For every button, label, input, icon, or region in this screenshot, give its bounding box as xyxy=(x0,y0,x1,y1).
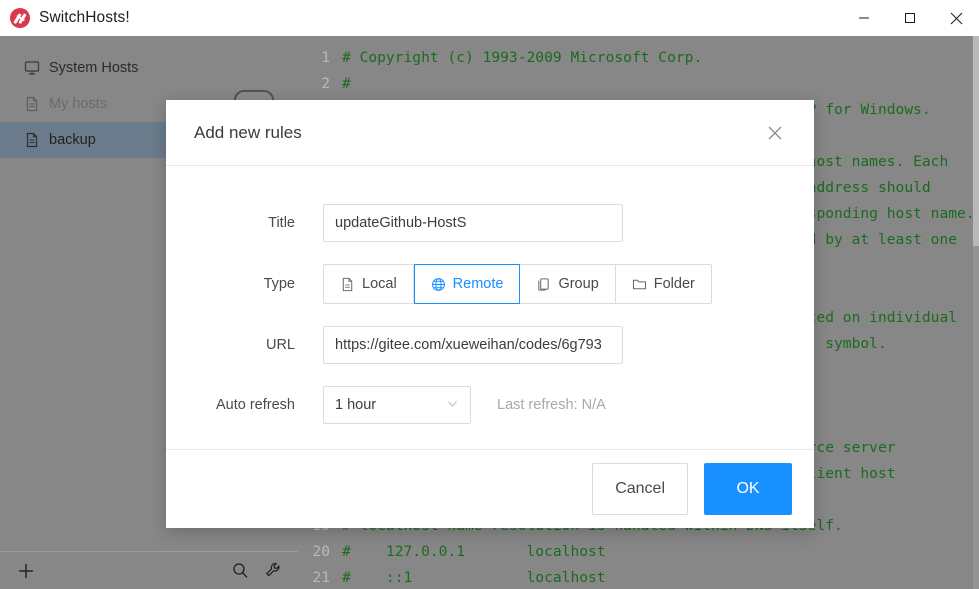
switchhosts-logo-icon xyxy=(10,8,30,28)
wrench-icon[interactable] xyxy=(260,558,286,584)
sidebar-toolbar-right xyxy=(227,558,286,584)
chevron-down-icon xyxy=(446,397,459,414)
url-input[interactable]: https://gitee.com/xueweihan/codes/6g793 xyxy=(323,326,623,364)
type-label: Type xyxy=(263,276,295,292)
type-option-label: Remote xyxy=(452,276,504,292)
file-icon xyxy=(340,277,355,292)
dialog-title: Add new rules xyxy=(194,122,302,142)
url-field-row: URL https://gitee.com/xueweihan/codes/6g… xyxy=(166,326,814,364)
dialog-body: Title updateGithub-HostS Type Local Remo… xyxy=(166,166,814,424)
monitor-icon xyxy=(24,60,40,76)
sidebar-item-system-hosts[interactable]: System Hosts xyxy=(0,50,298,86)
title-input[interactable]: updateGithub-HostS xyxy=(323,204,623,242)
file-icon xyxy=(24,132,40,148)
editor-scrollbar[interactable] xyxy=(973,36,979,589)
minimize-icon[interactable] xyxy=(841,0,887,36)
editor-line-text: # Copyright (c) 1993-2009 Microsoft Corp… xyxy=(342,49,703,66)
group-icon xyxy=(536,277,551,292)
plus-icon[interactable] xyxy=(13,558,39,584)
close-icon[interactable] xyxy=(933,0,979,36)
editor-line-number: 1 xyxy=(321,49,330,66)
url-label: URL xyxy=(265,337,295,353)
close-icon[interactable] xyxy=(764,122,786,144)
type-option-label: Folder xyxy=(653,276,695,292)
add-new-rules-dialog: Add new rules Title updateGithub-HostS T… xyxy=(166,100,814,528)
auto-refresh-value: 1 hour xyxy=(335,397,377,413)
type-option-local[interactable]: Local xyxy=(323,264,414,304)
auto-refresh-label: Auto refresh xyxy=(216,397,295,413)
editor-line: 21 # ::1 localhost xyxy=(298,565,979,589)
editor-line-number: 20 xyxy=(312,543,330,560)
search-icon[interactable] xyxy=(227,558,253,584)
editor-line-text: # xyxy=(342,75,351,92)
sidebar-item-label: backup xyxy=(49,132,96,148)
type-option-label: Local xyxy=(362,276,397,292)
folder-icon xyxy=(632,277,647,292)
file-icon xyxy=(24,96,40,112)
sidebar-item-label: My hosts xyxy=(49,96,108,112)
type-field-row: Type Local Remote Group Folder xyxy=(166,264,814,304)
type-option-folder[interactable]: Folder xyxy=(615,264,712,304)
auto-refresh-row: Auto refresh 1 hour Last refresh: N/A xyxy=(166,386,814,424)
editor-line: 1 # Copyright (c) 1993-2009 Microsoft Cor… xyxy=(298,45,979,71)
dialog-header: Add new rules xyxy=(166,100,814,166)
auto-refresh-select[interactable]: 1 hour xyxy=(323,386,471,424)
type-option-remote[interactable]: Remote xyxy=(413,264,521,304)
editor-line-number: 21 xyxy=(312,569,330,586)
window-controls xyxy=(841,0,979,36)
editor-line: 20 # 127.0.0.1 localhost xyxy=(298,539,979,565)
last-refresh-text: Last refresh: N/A xyxy=(497,397,606,413)
editor-line-text: # 127.0.0.1 localhost xyxy=(342,543,606,560)
type-option-label: Group xyxy=(558,276,599,292)
dialog-footer: Cancel OK xyxy=(166,449,814,528)
cancel-button[interactable]: Cancel xyxy=(592,463,688,515)
sidebar-item-label: System Hosts xyxy=(49,60,139,76)
editor-line-text: # ::1 localhost xyxy=(342,569,606,586)
title-label: Title xyxy=(268,215,295,231)
editor-line: 2 # xyxy=(298,71,979,97)
type-option-group[interactable]: Group xyxy=(520,264,616,304)
ok-button[interactable]: OK xyxy=(704,463,792,515)
type-segmented-control: Local Remote Group Folder xyxy=(323,264,712,304)
maximize-icon[interactable] xyxy=(887,0,933,36)
editor-line-number: 2 xyxy=(321,75,330,92)
title-field-row: Title updateGithub-HostS xyxy=(166,204,814,242)
sidebar-toolbar xyxy=(0,551,298,589)
title-bar: SwitchHosts! xyxy=(0,0,979,36)
globe-icon xyxy=(431,277,446,292)
app-title: SwitchHosts! xyxy=(39,9,130,26)
